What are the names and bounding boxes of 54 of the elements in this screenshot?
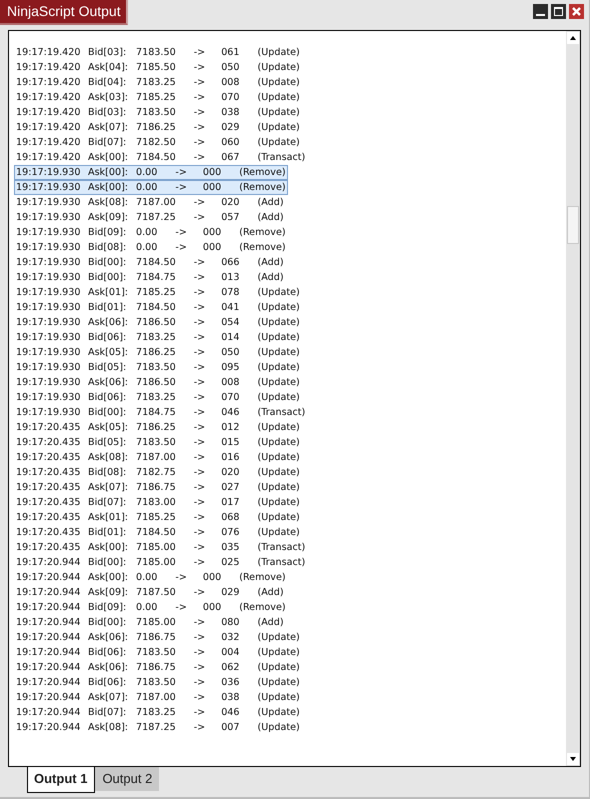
log-line[interactable]: 19:17:19.420 Bid[07]: 7182.50 -> 060 (Update) — [14, 135, 302, 150]
log-line[interactable]: 19:17:20.435 Ask[05]: 7186.25 -> 012 (Update) — [14, 420, 302, 435]
log-line[interactable]: 19:17:19.930 Bid[00]: 7184.50 -> 066 (Add) — [14, 255, 286, 270]
maximize-icon[interactable] — [551, 4, 566, 19]
log-line[interactable]: 19:17:19.930 Bid[08]: 0.00 -> 000 (Remove) — [14, 240, 288, 255]
log-line[interactable]: 19:17:20.435 Ask[00]: 7185.00 -> 035 (Transact) — [14, 540, 308, 555]
log-line[interactable]: 19:17:19.930 Ask[06]: 7186.50 -> 054 (Update) — [14, 315, 302, 330]
log-line[interactable]: 19:17:20.435 Bid[05]: 7183.50 -> 015 (Update) — [14, 435, 302, 450]
log-line[interactable]: 19:17:20.435 Ask[08]: 7187.00 -> 016 (Update) — [14, 450, 302, 465]
log-line[interactable]: 19:17:19.930 Ask[05]: 7186.25 -> 050 (Update) — [14, 345, 302, 360]
scroll-down-icon[interactable] — [567, 753, 579, 765]
log-line[interactable]: 19:17:20.944 Ask[07]: 7187.00 -> 038 (Update) — [14, 690, 302, 705]
log-line[interactable]: 19:17:19.420 Ask[04]: 7185.50 -> 050 (Update) — [14, 60, 302, 75]
log-line[interactable]: 19:17:19.930 Bid[06]: 7183.25 -> 014 (Update) — [14, 330, 302, 345]
minimize-icon[interactable] — [533, 4, 548, 19]
scroll-up-icon[interactable] — [567, 32, 579, 44]
log-line[interactable]: 19:17:20.944 Ask[09]: 7187.50 -> 029 (Add) — [14, 585, 286, 600]
window-title: NinjaScript Output — [0, 0, 128, 25]
output-tab[interactable]: Output 1 — [27, 767, 96, 793]
log-line[interactable]: 19:17:20.944 Ask[00]: 0.00 -> 000 (Remove) — [14, 570, 288, 585]
log-line[interactable]: 19:17:20.435 Ask[07]: 7186.75 -> 027 (Update) — [14, 480, 302, 495]
log-line[interactable]: 19:17:19.930 Bid[09]: 0.00 -> 000 (Remove) — [14, 225, 288, 240]
log-line[interactable]: 19:17:20.435 Ask[01]: 7185.25 -> 068 (Update) — [14, 510, 302, 525]
log-line[interactable]: 19:17:20.435 Bid[01]: 7184.50 -> 076 (Update) — [14, 525, 302, 540]
log-line[interactable]: 19:17:19.930 Bid[05]: 7183.50 -> 095 (Update) — [14, 360, 302, 375]
log-line[interactable]: 19:17:19.420 Ask[07]: 7186.25 -> 029 (Update) — [14, 120, 302, 135]
log-line[interactable]: 19:17:19.930 Ask[09]: 7187.25 -> 057 (Add) — [14, 210, 286, 225]
log-line[interactable]: 19:17:20.944 Bid[00]: 7185.00 -> 080 (Add) — [14, 615, 286, 630]
log-line[interactable]: 19:17:20.944 Ask[06]: 7186.75 -> 062 (Update) — [14, 660, 302, 675]
log-line[interactable]: 19:17:20.944 Bid[09]: 0.00 -> 000 (Remove) — [14, 600, 288, 615]
scroll-thumb[interactable] — [567, 206, 579, 244]
log-line[interactable]: 19:17:20.944 Bid[06]: 7183.50 -> 036 (Update) — [14, 675, 302, 690]
log-line[interactable]: 19:17:20.435 Bid[07]: 7183.00 -> 017 (Update) — [14, 495, 302, 510]
log-line[interactable]: 19:17:20.944 Bid[06]: 7183.50 -> 004 (Update) — [14, 645, 302, 660]
log-line[interactable]: 19:17:20.435 Bid[08]: 7182.75 -> 020 (Update) — [14, 465, 302, 480]
log-line[interactable]: 19:17:19.930 Bid[00]: 7184.75 -> 013 (Add) — [14, 270, 286, 285]
log-line[interactable]: 19:17:20.944 Bid[00]: 7185.00 -> 025 (Transact) — [14, 555, 308, 570]
log-line[interactable]: 19:17:19.930 Bid[06]: 7183.25 -> 070 (Update) — [14, 390, 302, 405]
log-line[interactable]: 19:17:20.944 Bid[07]: 7183.25 -> 046 (Update) — [14, 705, 302, 720]
log-line[interactable]: 19:17:19.420 Ask[00]: 7184.50 -> 067 (Transact) — [14, 150, 308, 165]
log-line[interactable]: 19:17:19.930 Ask[06]: 7186.50 -> 008 (Update) — [14, 375, 302, 390]
log-line[interactable]: 19:17:19.420 Bid[03]: 7183.50 -> 061 (Update) — [14, 45, 302, 60]
log-line[interactable]: 19:17:19.930 Ask[01]: 7185.25 -> 078 (Update) — [14, 285, 302, 300]
scrollbar[interactable] — [566, 31, 580, 766]
log-line[interactable]: 19:17:19.930 Bid[00]: 7184.75 -> 046 (Transact) — [14, 405, 308, 420]
log-line[interactable]: 19:17:20.944 Ask[08]: 7187.25 -> 007 (Update) — [14, 720, 302, 735]
output-tab[interactable]: Output 2 — [95, 767, 160, 791]
close-icon[interactable] — [569, 4, 584, 19]
log-line[interactable]: 19:17:19.930 Ask[08]: 7187.00 -> 020 (Add) — [14, 195, 286, 210]
log-line[interactable]: 19:17:19.930 Bid[01]: 7184.50 -> 041 (Update) — [14, 300, 302, 315]
log-line[interactable]: 19:17:20.944 Ask[06]: 7186.75 -> 032 (Update) — [14, 630, 302, 645]
log-line[interactable]: 19:17:19.420 Ask[03]: 7185.25 -> 070 (Update) — [14, 90, 302, 105]
log-line[interactable]: 19:17:19.420 Bid[03]: 7183.50 -> 038 (Update) — [14, 105, 302, 120]
log-line[interactable]: 19:17:19.420 Bid[04]: 7183.25 -> 008 (Update) — [14, 75, 302, 90]
